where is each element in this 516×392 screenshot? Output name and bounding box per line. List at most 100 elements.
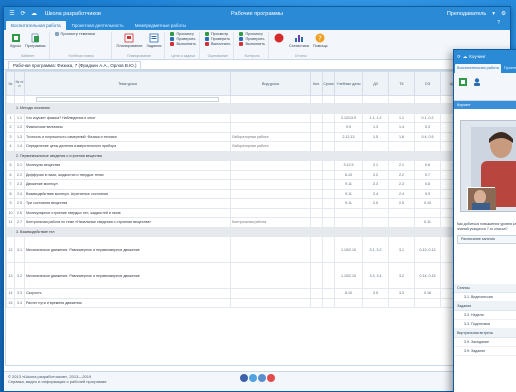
coaching-window: ⟳ ☁ Коучинг Воспитательная работа Проект… — [453, 49, 516, 392]
self-view-video[interactable] — [467, 187, 496, 210]
run-icon — [204, 42, 209, 46]
list-item[interactable]: 3.1. Видеосессия — [454, 293, 516, 302]
period-cell — [322, 131, 335, 142]
topic-cell: Диффузия в газах, жидкостях и твердых те… — [24, 169, 231, 180]
programs-button[interactable]: Программы — [25, 32, 46, 48]
schedule-button[interactable]: Расписание занятия — [457, 235, 516, 244]
goals-do-button[interactable]: Выполнить — [170, 42, 196, 46]
statistics-button[interactable]: Статистика — [289, 32, 309, 48]
row-number: 5 — [6, 160, 15, 171]
table-row[interactable]: 9 2.5 Три состояния вещества 9.11 2.5 2.5 0.10… — [6, 198, 504, 209]
control-do-button[interactable]: Выполнить — [239, 42, 265, 46]
help-button[interactable]: ? Помощь — [313, 32, 328, 48]
list-item[interactable]: 3.3. Подготовка — [454, 320, 516, 329]
tab-interdisciplinary[interactable]: Межпредметные работы — [130, 21, 192, 30]
section-row[interactable]: 2. Первоначальные сведения о строении ве… — [6, 150, 504, 161]
record-button[interactable] — [274, 32, 285, 44]
overlay-tab-upbringing[interactable]: Воспитательная работа — [455, 64, 501, 73]
social-icon-3[interactable] — [258, 374, 266, 382]
row-subnumber: 1.4 — [14, 141, 25, 152]
check-cell: 2.5 — [388, 198, 415, 209]
col-header[interactable]: Сроки — [322, 71, 335, 96]
control-check-button[interactable]: Проверить — [239, 37, 265, 41]
col-header[interactable]: № — [6, 71, 15, 96]
list-item[interactable]: 3.9. Заседание — [454, 338, 516, 347]
refresh-icon[interactable]: ⟳ — [457, 54, 461, 60]
help-icon: ? — [315, 32, 326, 43]
date-cell: 9.11 — [334, 188, 363, 199]
col-header[interactable]: ДЗ — [362, 71, 389, 96]
section-row[interactable]: 1. Методы познания — [6, 103, 504, 114]
col-header[interactable]: Кол. — [310, 71, 323, 96]
planning-button[interactable]: Планирование — [117, 32, 142, 48]
assess-view-button[interactable]: Просмотр — [204, 32, 231, 36]
row-subnumber: 2.5 — [14, 198, 25, 209]
check-cell — [388, 207, 415, 218]
section-row[interactable]: 3. Взаимодействие тел — [6, 226, 504, 237]
table-row[interactable]: 11 2.7 Контрольная работа по теме «Начальн… — [6, 217, 504, 228]
settings-icon[interactable]: ⚙ — [501, 11, 506, 17]
tab-upbringing[interactable]: Воспитательная работа — [6, 21, 66, 30]
table-row[interactable]: 15 3.4 Расчет пути и времени движения — [6, 297, 504, 308]
lesson-type-cell — [230, 169, 311, 180]
assess-do-button[interactable]: Выполнить — [204, 42, 230, 46]
tasks-button[interactable]: Задания — [146, 32, 161, 48]
tab-projects[interactable]: Проектная деятельность — [67, 21, 129, 30]
overlay-courses-button[interactable] — [457, 76, 468, 97]
user-menu[interactable]: Преподаватель — [447, 11, 486, 17]
overlay-teacher-button[interactable] — [471, 76, 482, 97]
help-icon[interactable]: ? — [497, 20, 500, 26]
table-row[interactable]: 1 1.1 Что изучает физика? Наблюдения и опы… — [6, 112, 504, 123]
app-menu-icon[interactable]: ☰ — [8, 10, 16, 17]
row-number: 4 — [6, 141, 15, 152]
col-header[interactable]: ТК — [388, 71, 415, 96]
view-topics-button[interactable]: Просмотр тематики — [54, 32, 95, 36]
assess-check-button[interactable]: Проверить — [204, 37, 231, 41]
col-header[interactable]: № п/п — [14, 71, 25, 96]
col-header[interactable]: Тема урока — [24, 71, 231, 96]
table-row[interactable]: 143.3Скорость8.103.53.30.16● — [6, 288, 504, 299]
topic-cell: Контрольная работа по теме «Начальные св… — [24, 217, 231, 228]
social-icon-1[interactable] — [240, 374, 248, 382]
topic-cell: Взаимодействие молекул. Агрегатные состо… — [24, 188, 231, 199]
eval-cell: 0.10 — [414, 198, 441, 209]
table-row[interactable]: 3 1.3 Точность и погрешность измерений. Фи… — [6, 131, 504, 142]
table-row[interactable]: 8 2.4 Взаимодействие молекул. Агрегатные с… — [6, 188, 504, 199]
table-row[interactable]: 6 2.2 Диффузия в газах, жидкостях и тверды… — [6, 169, 504, 180]
check-cell: 3.2 — [388, 262, 415, 289]
lesson-type-cell: Лабораторная работа — [230, 131, 311, 142]
row-subnumber: 3.3 — [14, 288, 25, 299]
topic-filter-input[interactable] — [36, 97, 219, 102]
col-header[interactable]: Учебные даты — [334, 71, 363, 96]
list-item[interactable]: 3.3. Неделя — [454, 311, 516, 320]
homework-cell: 3.5 — [362, 288, 389, 299]
overlay-tab-project[interactable]: Проект — [502, 64, 516, 73]
social-icon-2[interactable] — [249, 374, 257, 382]
table-row[interactable]: 21.2Физические величины9.91.31.40.3● — [6, 122, 504, 133]
chevron-down-icon[interactable]: ▾ — [492, 11, 495, 17]
date-cell: 8.10 — [334, 288, 363, 299]
overlay-title-bar: ⟳ ☁ Коучинг — [454, 50, 516, 63]
document-tab[interactable]: Рабочая программа: Физика, 7 (Фрадкин А.… — [8, 60, 142, 69]
refresh-icon[interactable]: ⟳ — [19, 10, 27, 17]
date-cell: 9.9 — [334, 122, 363, 133]
lesson-type-cell — [230, 207, 311, 218]
table-row[interactable]: 13 3.2 Механическое движение. Равномерное … — [6, 262, 504, 289]
courses-button[interactable]: Курсы — [10, 32, 21, 48]
date-cell — [334, 217, 363, 228]
goals-view-button[interactable]: Просмотр — [170, 32, 196, 36]
table-row[interactable]: 10 2.6 Молекулярное строение твердых тел, … — [6, 207, 504, 218]
table-row[interactable]: 12 3.1 Механическое движение. Равномерное … — [6, 236, 504, 263]
social-icon-4[interactable] — [267, 374, 275, 382]
table-row[interactable]: 4 1.4 Определение цены деления измерительн… — [6, 141, 504, 152]
check-cell: 2.1 — [388, 160, 415, 171]
control-view-button[interactable]: Просмотр — [239, 32, 265, 36]
list-item[interactable]: 3.9. Задание — [454, 347, 516, 356]
col-header[interactable]: Вид урока — [230, 71, 311, 96]
col-header[interactable]: ОЭ — [414, 71, 441, 96]
topic-cell: Точность и погрешность измерений. Физика… — [24, 131, 231, 142]
overlay-selected-item[interactable]: Коучинг — [454, 101, 516, 109]
goals-check-button[interactable]: Проверить — [170, 37, 196, 41]
table-row[interactable]: 72.3Движение молекул9.112.32.30.8● — [6, 179, 504, 190]
table-row[interactable]: 52.1Молекулы вещества3.12.92.12.10.6● — [6, 160, 504, 171]
